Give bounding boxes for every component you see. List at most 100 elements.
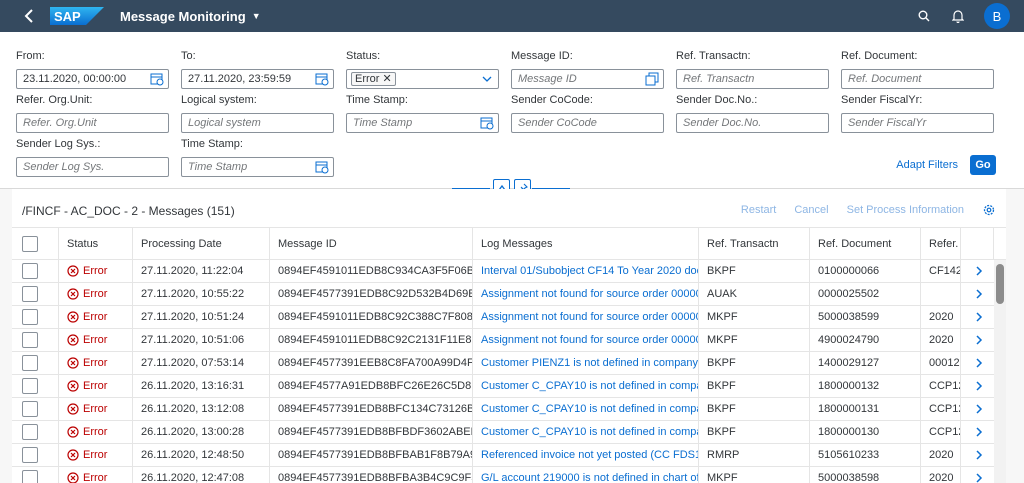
sender-log-sys-input[interactable]: Sender Log Sys. bbox=[16, 157, 169, 177]
col-status[interactable]: Status bbox=[59, 228, 133, 260]
ref-transactn-cell: BKPF bbox=[699, 398, 810, 420]
ref-document-cell: 1800000131 bbox=[810, 398, 921, 420]
status-cell: Error bbox=[59, 375, 133, 397]
row-navigation-button[interactable] bbox=[970, 283, 988, 305]
log-message-cell[interactable]: Referenced invoice not yet posted (CC FD… bbox=[473, 444, 699, 466]
status-cell: Error bbox=[59, 283, 133, 305]
table-row[interactable]: Error 26.11.2020, 13:16:31 0894EF4577A91ED… bbox=[12, 375, 1006, 398]
col-processing-date[interactable]: Processing Date bbox=[133, 228, 270, 260]
cancel-button[interactable]: Cancel bbox=[794, 204, 828, 216]
log-message-cell[interactable]: Assignment not found for source order 00… bbox=[473, 283, 699, 305]
error-circle-icon bbox=[67, 472, 79, 483]
row-navigation-button[interactable] bbox=[970, 467, 988, 483]
log-message-cell[interactable]: Customer PIENZ1 is not defined in compan… bbox=[473, 352, 699, 374]
calendar-clock-icon[interactable] bbox=[150, 72, 164, 86]
sender-doc-no-input[interactable]: Sender Doc.No. bbox=[676, 113, 829, 133]
adapt-filters-link[interactable]: Adapt Filters bbox=[896, 159, 958, 171]
status-multicombo[interactable]: Error ✕ bbox=[346, 69, 499, 89]
col-log-messages[interactable]: Log Messages bbox=[473, 228, 699, 260]
sender-cocode-input[interactable]: Sender CoCode bbox=[511, 113, 664, 133]
search-button[interactable] bbox=[916, 8, 932, 24]
row-navigation-button[interactable] bbox=[970, 329, 988, 351]
row-navigation-button[interactable] bbox=[970, 421, 988, 443]
from-datetime-input[interactable]: 23.11.2020, 00:00:00 bbox=[16, 69, 169, 89]
sap-logo[interactable]: SAP bbox=[50, 7, 104, 25]
status-token[interactable]: Error ✕ bbox=[351, 72, 396, 86]
row-checkbox[interactable] bbox=[22, 332, 38, 348]
row-checkbox[interactable] bbox=[22, 401, 38, 417]
row-navigation-button[interactable] bbox=[970, 375, 988, 397]
table-row[interactable]: Error 27.11.2020, 10:51:06 0894EF4591011ED… bbox=[12, 329, 1006, 352]
row-checkbox[interactable] bbox=[22, 355, 38, 371]
col-refer[interactable]: Refer. bbox=[921, 228, 961, 260]
message-id-cell: 0894EF4591011EDB8C934CA3F5F06B0D bbox=[270, 260, 473, 282]
ref-document-input[interactable]: Ref. Document bbox=[841, 69, 994, 89]
sender-fiscalyr-input[interactable]: Sender FiscalYr bbox=[841, 113, 994, 133]
time-stamp-1-input[interactable]: Time Stamp bbox=[346, 113, 499, 133]
ref-transactn-input[interactable]: Ref. Transactn bbox=[676, 69, 829, 89]
table-row[interactable]: Error 27.11.2020, 07:53:14 0894EF4577391EE… bbox=[12, 352, 1006, 375]
table-row[interactable]: Error 27.11.2020, 10:55:22 0894EF4577391ED… bbox=[12, 283, 1006, 306]
message-id-cell: 0894EF4591011EDB8C92C388C7F808F0 bbox=[270, 306, 473, 328]
row-navigation-button[interactable] bbox=[970, 398, 988, 420]
table-row[interactable]: Error 27.11.2020, 11:22:04 0894EF4591011ED… bbox=[12, 260, 1006, 283]
row-navigation-button[interactable] bbox=[970, 260, 988, 282]
col-ref-document[interactable]: Ref. Document bbox=[810, 228, 921, 260]
row-checkbox[interactable] bbox=[22, 309, 38, 325]
row-select-cell bbox=[12, 398, 59, 420]
set-process-information-button[interactable]: Set Process Information bbox=[847, 204, 964, 216]
log-message-cell[interactable]: Customer C_CPAY10 is not defined in comp… bbox=[473, 421, 699, 443]
calendar-clock-icon[interactable] bbox=[480, 116, 494, 130]
to-datetime-input[interactable]: 27.11.2020, 23:59:59 bbox=[181, 69, 334, 89]
calendar-clock-icon[interactable] bbox=[315, 160, 329, 174]
log-message-cell[interactable]: Customer C_CPAY10 is not defined in comp… bbox=[473, 398, 699, 420]
row-checkbox[interactable] bbox=[22, 447, 38, 463]
scrollbar-thumb[interactable] bbox=[996, 264, 1004, 304]
ref-transactn-placeholder: Ref. Transactn bbox=[683, 73, 755, 85]
table-row[interactable]: Error 26.11.2020, 12:47:08 0894EF4577391ED… bbox=[12, 467, 1006, 483]
log-message-cell[interactable]: Interval 01/Subobject CF14 To Year 2020 … bbox=[473, 260, 699, 282]
notifications-button[interactable] bbox=[950, 8, 966, 24]
row-navigation-button[interactable] bbox=[970, 352, 988, 374]
time-stamp-2-input[interactable]: Time Stamp bbox=[181, 157, 334, 177]
user-avatar[interactable]: B bbox=[984, 3, 1010, 29]
table-row[interactable]: Error 26.11.2020, 13:12:08 0894EF4577391ED… bbox=[12, 398, 1006, 421]
row-checkbox[interactable] bbox=[22, 286, 38, 302]
select-all-checkbox[interactable] bbox=[22, 236, 38, 252]
vertical-scrollbar[interactable] bbox=[994, 260, 1006, 483]
chevron-right-icon bbox=[976, 266, 983, 276]
table-row[interactable]: Error 27.11.2020, 10:51:24 0894EF4591011ED… bbox=[12, 306, 1006, 329]
row-checkbox[interactable] bbox=[22, 470, 38, 483]
row-checkbox[interactable] bbox=[22, 263, 38, 279]
restart-button[interactable]: Restart bbox=[741, 204, 776, 216]
refer-cell: CCP12 bbox=[921, 375, 961, 397]
row-navigation-button[interactable] bbox=[970, 444, 988, 466]
table-row[interactable]: Error 26.11.2020, 12:48:50 0894EF4577391ED… bbox=[12, 444, 1006, 467]
col-ref-transactn[interactable]: Ref. Transactn bbox=[699, 228, 810, 260]
gear-icon[interactable] bbox=[982, 203, 996, 217]
chevron-right-icon bbox=[976, 358, 983, 368]
processing-date-cell: 27.11.2020, 07:53:14 bbox=[133, 352, 270, 374]
log-message-cell[interactable]: Assignment not found for source order 00… bbox=[473, 306, 699, 328]
col-message-id[interactable]: Message ID bbox=[270, 228, 473, 260]
row-checkbox[interactable] bbox=[22, 378, 38, 394]
calendar-clock-icon[interactable] bbox=[315, 72, 329, 86]
log-message-cell[interactable]: G/L account 219000 is not defined in cha… bbox=[473, 467, 699, 483]
app-title-menu[interactable]: Message Monitoring ▼ bbox=[120, 9, 261, 24]
chevron-down-icon[interactable] bbox=[480, 72, 494, 86]
table-row[interactable]: Error 26.11.2020, 13:00:28 0894EF4577391ED… bbox=[12, 421, 1006, 444]
refer-org-unit-input[interactable]: Refer. Org.Unit bbox=[16, 113, 169, 133]
go-button[interactable]: Go bbox=[970, 155, 996, 175]
shell-bar: SAP Message Monitoring ▼ B bbox=[0, 0, 1024, 32]
row-navigation-button[interactable] bbox=[970, 306, 988, 328]
message-id-input[interactable]: Message ID bbox=[511, 69, 664, 89]
logical-system-input[interactable]: Logical system bbox=[181, 113, 334, 133]
filter-message-id-label: Message ID: bbox=[511, 50, 573, 62]
value-help-icon[interactable] bbox=[645, 72, 659, 86]
row-checkbox[interactable] bbox=[22, 424, 38, 440]
back-button[interactable] bbox=[14, 0, 44, 32]
chevron-right-icon bbox=[976, 473, 983, 483]
log-message-cell[interactable]: Assignment not found for source order 00… bbox=[473, 329, 699, 351]
remove-token-icon[interactable]: ✕ bbox=[383, 73, 392, 85]
log-message-cell[interactable]: Customer C_CPAY10 is not defined in comp… bbox=[473, 375, 699, 397]
